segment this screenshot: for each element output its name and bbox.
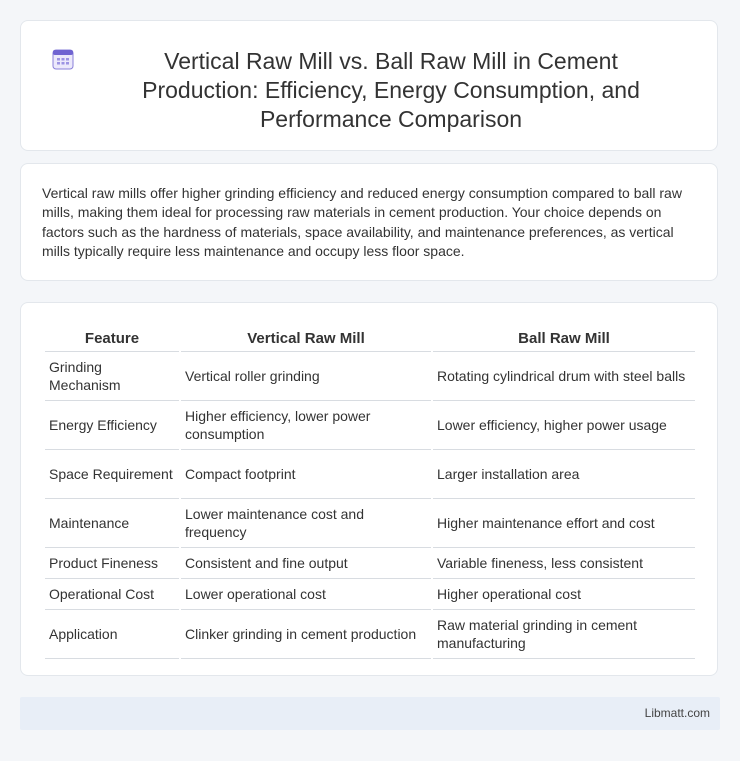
table-cell: Operational Cost — [45, 579, 179, 610]
table-cell: Grinding Mechanism — [45, 352, 179, 401]
table-row: Grinding Mechanism Vertical roller grind… — [45, 352, 695, 401]
table-row: Maintenance Lower maintenance cost and f… — [45, 499, 695, 548]
table-cell: Consistent and fine output — [181, 548, 431, 579]
table-row: Product Fineness Consistent and fine out… — [45, 548, 695, 579]
footer-brand-link[interactable]: Libmatt.com — [645, 706, 710, 720]
table-cell: Application — [45, 610, 179, 659]
table-cell: Higher maintenance effort and cost — [433, 499, 695, 548]
table-cell: Energy Efficiency — [45, 401, 179, 450]
footer: Libmatt.com — [20, 697, 720, 730]
table-cell: Raw material grinding in cement manufact… — [433, 610, 695, 659]
table-cell: Rotating cylindrical drum with steel bal… — [433, 352, 695, 401]
table-cell: Larger installation area — [433, 450, 695, 499]
table-cell: Lower operational cost — [181, 579, 431, 610]
header-ball-raw-mill: Ball Raw Mill — [433, 325, 695, 352]
table-cell: Space Requirement — [45, 450, 179, 499]
table-cell: Clinker grinding in cement production — [181, 610, 431, 659]
intro-text: Vertical raw mills offer higher grinding… — [42, 185, 682, 259]
table-cell: Lower maintenance cost and frequency — [181, 499, 431, 548]
title-card: Vertical Raw Mill vs. Ball Raw Mill in C… — [20, 20, 718, 151]
table-row: Energy Efficiency Higher efficiency, low… — [45, 401, 695, 450]
table-cell: Maintenance — [45, 499, 179, 548]
table-row: Application Clinker grinding in cement p… — [45, 610, 695, 659]
table-cell: Vertical roller grinding — [181, 352, 431, 401]
table-cell: Compact footprint — [181, 450, 431, 499]
comparison-card: Feature Vertical Raw Mill Ball Raw Mill … — [20, 302, 718, 676]
table-row: Space Requirement Compact footprint Larg… — [45, 450, 695, 499]
table-cell: Variable fineness, less consistent — [433, 548, 695, 579]
table-cell: Higher operational cost — [433, 579, 695, 610]
header-feature: Feature — [45, 325, 179, 352]
intro-card: Vertical raw mills offer higher grinding… — [20, 163, 718, 281]
table-cell: Product Fineness — [45, 548, 179, 579]
table-cell: Higher efficiency, lower power consumpti… — [181, 401, 431, 450]
table-row: Operational Cost Lower operational cost … — [45, 579, 695, 610]
header-vertical-raw-mill: Vertical Raw Mill — [181, 325, 431, 352]
table-cell: Lower efficiency, higher power usage — [433, 401, 695, 450]
comparison-table: Feature Vertical Raw Mill Ball Raw Mill … — [43, 325, 697, 659]
page-title: Vertical Raw Mill vs. Ball Raw Mill in C… — [142, 48, 640, 132]
